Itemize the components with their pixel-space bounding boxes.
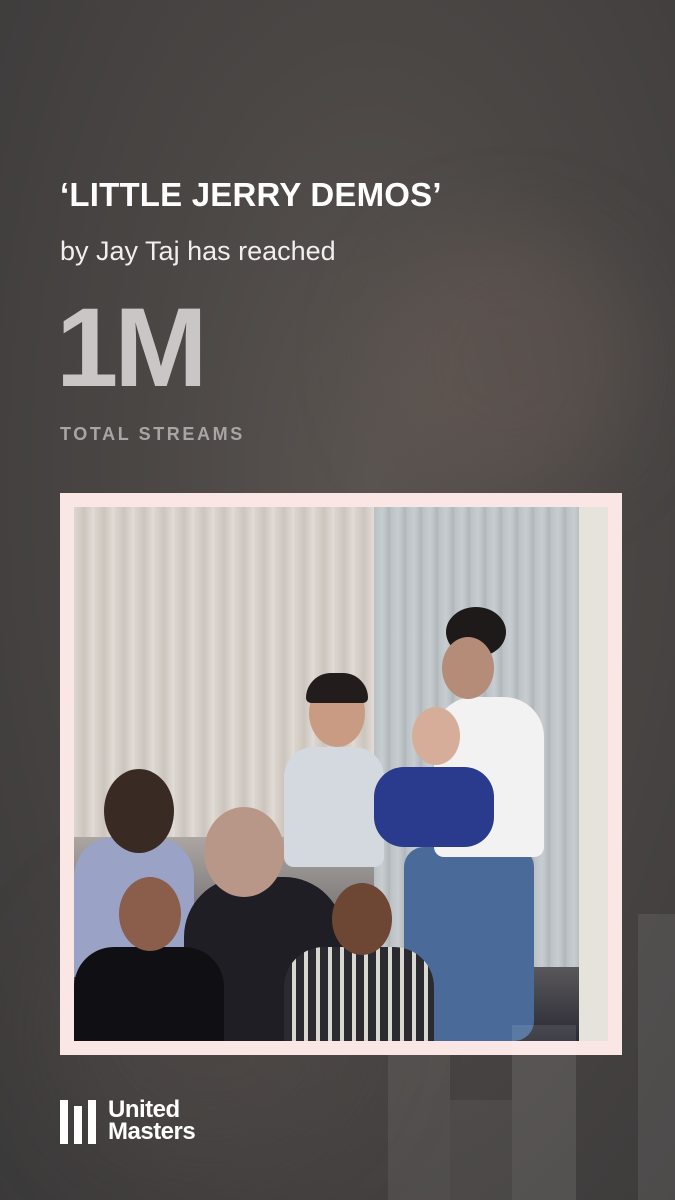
album-cover-photo <box>74 507 608 1041</box>
logo-wordmark: United Masters <box>108 1098 196 1145</box>
decorative-bar <box>450 1100 512 1200</box>
background-glow <box>380 230 640 490</box>
decorative-bar <box>512 1025 576 1200</box>
wall <box>579 507 608 1041</box>
album-cover-frame <box>60 493 622 1055</box>
album-title: ‘LITTLE JERRY DEMOS’ <box>60 176 442 213</box>
person-figure <box>74 947 224 1041</box>
unitedmasters-logo: United Masters <box>60 1098 196 1145</box>
milestone-caption: TOTAL STREAMS <box>60 424 245 444</box>
person-face-blurred <box>104 769 174 853</box>
unitedmasters-logo-icon <box>60 1098 96 1144</box>
milestone-value: 1M <box>56 285 208 410</box>
person-face-blurred <box>204 807 284 897</box>
person-figure <box>284 747 384 867</box>
person-figure <box>374 767 494 847</box>
person-face-blurred <box>442 637 494 699</box>
decorative-bar <box>388 1055 450 1200</box>
artist-subtitle: by Jay Taj has reached <box>60 236 336 266</box>
decorative-bar <box>638 914 675 1200</box>
person-face-blurred <box>412 707 460 765</box>
person-figure <box>284 947 434 1041</box>
person-face-blurred <box>119 877 181 951</box>
logo-word-2: Masters <box>108 1118 196 1145</box>
person-face-blurred <box>332 883 392 955</box>
